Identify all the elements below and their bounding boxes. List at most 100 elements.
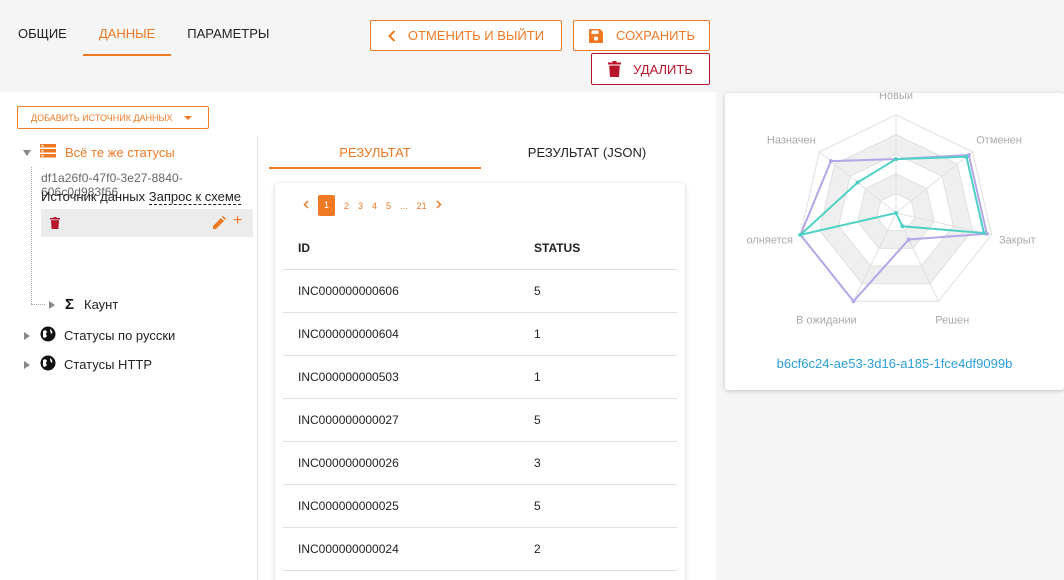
- tab-data[interactable]: ДАННЫЕ: [82, 0, 172, 56]
- radar-point: [894, 157, 898, 162]
- data-source-tree: Всё те же статусы df1a26f0-47f0-3e27-884…: [0, 136, 258, 580]
- add-data-source-label: ДОБАВИТЬ ИСТОЧНИК ДАННЫХ: [31, 112, 173, 123]
- cell-id: INC000000000604: [298, 327, 399, 341]
- cell-status: 1: [534, 327, 541, 341]
- cell-status: 5: [534, 284, 541, 298]
- cell-status: 2: [534, 542, 541, 556]
- floppy-disk-icon: [588, 28, 604, 44]
- source-link[interactable]: Запрос к схеме: [148, 189, 242, 205]
- expand-toggle-icon[interactable]: [24, 360, 30, 369]
- source-prefix: Источник данных: [41, 189, 146, 204]
- top-tabs: ОБЩИЕ ДАННЫЕ ПАРАМЕТРЫ: [0, 0, 285, 56]
- cell-status: 5: [534, 413, 541, 427]
- tree-node-root[interactable]: Всё те же статусы: [23, 144, 175, 161]
- pencil-icon[interactable]: [213, 216, 226, 234]
- radar-point: [855, 180, 860, 185]
- cell-id: INC000000000024: [298, 542, 399, 556]
- radar-axis-label: Решен: [935, 314, 969, 326]
- tree-node-label: Статусы HTTP: [64, 357, 152, 372]
- cancel-exit-button[interactable]: ОТМЕНИТЬ И ВЫЙТИ: [370, 20, 562, 51]
- radar-point: [798, 232, 803, 237]
- column-header-status[interactable]: STATUS: [534, 241, 677, 255]
- source-line: Источник данных Запрос к схеме: [41, 189, 242, 205]
- radar-point: [828, 159, 833, 164]
- radar-point: [851, 299, 856, 304]
- expand-toggle-icon[interactable]: [24, 331, 30, 340]
- radar-axis-label: Закрыт: [999, 234, 1036, 246]
- radar-axis-label: олняется: [747, 234, 793, 246]
- pagination: 1 2 3 4 5 ... 21: [303, 195, 451, 216]
- cell-id: INC000000000606: [298, 284, 399, 298]
- column-header-id[interactable]: ID: [283, 241, 534, 255]
- table-header: ID STATUS: [283, 226, 677, 270]
- next-page-icon[interactable]: [436, 200, 442, 211]
- data-panel: ДОБАВИТЬ ИСТОЧНИК ДАННЫХ Всё те же стату…: [0, 92, 716, 580]
- radar-chart: Новый Отменен Закрыт Решен В ожидании олняетс…: [747, 90, 1036, 326]
- page-button[interactable]: 2: [344, 201, 349, 211]
- plus-icon[interactable]: +: [233, 212, 242, 230]
- tab-result-json[interactable]: РЕЗУЛЬТАТ (JSON): [481, 136, 693, 169]
- prev-page-icon[interactable]: [303, 200, 309, 211]
- save-label: СОХРАНИТЬ: [616, 28, 695, 43]
- page-button[interactable]: 4: [372, 201, 377, 211]
- database-icon: [40, 144, 56, 161]
- radar-axis-label: Новый: [879, 93, 913, 102]
- tab-result[interactable]: РЕЗУЛЬТАТ: [269, 136, 481, 169]
- tree-node-root-label: Всё те же статусы: [65, 145, 175, 160]
- radar-point: [894, 211, 898, 215]
- radar-point: [964, 154, 969, 159]
- table-row[interactable]: INC000000000606 5: [283, 270, 677, 313]
- tree-connector: [31, 304, 45, 305]
- save-button[interactable]: СОХРАНИТЬ: [573, 20, 710, 51]
- radar-axis-label: Отменен: [976, 134, 1022, 146]
- radar-chart-card: Новый Отменен Закрыт Решен В ожидании олняетс…: [725, 90, 1064, 390]
- tree-node-label: Статусы по русски: [64, 328, 176, 343]
- cell-id: INC000000000027: [298, 413, 399, 427]
- page-button[interactable]: 3: [358, 201, 363, 211]
- page-button[interactable]: 21: [417, 201, 427, 211]
- cell-status: 5: [534, 499, 541, 513]
- page-button-current[interactable]: 1: [318, 195, 335, 216]
- caret-down-icon: [183, 115, 192, 120]
- table-row[interactable]: INC000000000503 1: [283, 356, 677, 399]
- table-row[interactable]: INC000000000027 5: [283, 399, 677, 442]
- tree-node-kaunt[interactable]: Σ Каунт: [49, 296, 118, 313]
- table-row[interactable]: INC000000000025 5: [283, 485, 677, 528]
- globe-icon: [40, 355, 56, 374]
- chevron-left-icon: [388, 29, 396, 42]
- expand-toggle-icon[interactable]: [23, 149, 31, 156]
- table-row[interactable]: INC000000000026 3: [283, 442, 677, 485]
- radar-point: [906, 237, 911, 242]
- radar-point: [981, 231, 986, 236]
- tree-connector: [31, 167, 32, 304]
- trash-icon[interactable]: [50, 216, 60, 234]
- result-table-card: 1 2 3 4 5 ... 21 ID STATUS INC0000000006…: [275, 183, 685, 580]
- cell-status: 3: [534, 456, 541, 470]
- tree-node-statuses-ru[interactable]: Статусы по русски: [24, 326, 175, 345]
- trash-icon: [608, 61, 622, 77]
- page-ellipsis: ...: [400, 200, 408, 211]
- expand-toggle-icon[interactable]: [49, 300, 55, 309]
- radar-axis-label: В ожидании: [796, 314, 857, 326]
- result-table: ID STATUS INC000000000606 5 INC0000000006…: [283, 226, 677, 571]
- radar-axis-label: Назначен: [767, 134, 816, 146]
- tree-node-statuses-http[interactable]: Статусы HTTP: [24, 355, 152, 374]
- table-row[interactable]: INC000000000604 1: [283, 313, 677, 356]
- cell-id: INC000000000503: [298, 370, 399, 384]
- page-button[interactable]: 5: [386, 201, 391, 211]
- delete-button[interactable]: УДАЛИТЬ: [591, 53, 710, 85]
- radar-point: [900, 224, 905, 229]
- cell-id: INC000000000025: [298, 499, 399, 513]
- cell-status: 1: [534, 370, 541, 384]
- table-row[interactable]: INC000000000024 2: [283, 528, 677, 571]
- tab-general[interactable]: ОБЩИЕ: [0, 0, 83, 56]
- delete-label: УДАЛИТЬ: [633, 61, 693, 77]
- add-data-source-button[interactable]: ДОБАВИТЬ ИСТОЧНИК ДАННЫХ: [17, 106, 209, 129]
- chart-id-link[interactable]: b6cf6c24-ae53-3d16-a185-1fce4df9099b: [725, 356, 1064, 371]
- cell-id: INC000000000026: [298, 456, 399, 470]
- node-actions-bar: +: [41, 209, 253, 237]
- sigma-icon: Σ: [65, 296, 75, 313]
- tab-parameters[interactable]: ПАРАМЕТРЫ: [171, 0, 285, 56]
- globe-icon: [40, 326, 56, 345]
- tree-node-kaunt-label: Каунт: [84, 297, 119, 312]
